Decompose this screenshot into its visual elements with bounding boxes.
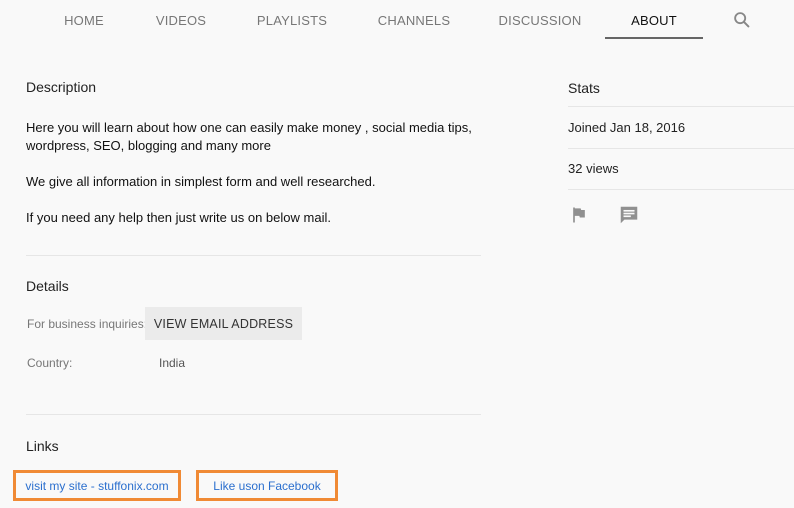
joined-date: Joined Jan 18, 2016: [568, 120, 686, 135]
tab-videos[interactable]: VIDEOS: [148, 0, 214, 40]
search-icon: [734, 12, 750, 28]
description-text-2: We give all information in simplest form…: [26, 174, 376, 189]
send-message-button[interactable]: [618, 204, 640, 231]
report-button[interactable]: [569, 205, 589, 230]
divider: [568, 106, 794, 107]
channel-tab-bar: HOME VIDEOS PLAYLISTS CHANNELS DISCUSSIO…: [0, 0, 794, 40]
links-heading: Links: [26, 438, 59, 454]
stats-heading: Stats: [568, 80, 600, 96]
divider: [26, 255, 481, 256]
country-label: Country:: [27, 356, 73, 370]
link-highlight-box: visit my site - stuffonix.com: [13, 470, 181, 501]
view-email-address-button[interactable]: VIEW EMAIL ADDRESS: [145, 307, 302, 340]
facebook-link[interactable]: Like uson Facebook: [213, 479, 320, 493]
details-heading: Details: [26, 278, 69, 294]
stuffonix-site-link[interactable]: visit my site - stuffonix.com: [25, 479, 168, 493]
search-button[interactable]: [731, 9, 753, 31]
divider: [26, 414, 481, 415]
tab-discussion[interactable]: DISCUSSION: [496, 0, 584, 40]
flag-icon: [573, 207, 585, 223]
tab-about[interactable]: ABOUT: [605, 0, 703, 40]
business-inquiries-label: For business inquiries:: [27, 317, 148, 331]
message-icon: [620, 206, 638, 224]
divider: [568, 189, 794, 190]
link-highlight-box: Like uson Facebook: [196, 470, 338, 501]
tab-playlists[interactable]: PLAYLISTS: [250, 0, 334, 40]
tab-home[interactable]: HOME: [52, 0, 116, 40]
description-text-1: Here you will learn about how one can ea…: [26, 119, 486, 155]
description-heading: Description: [26, 79, 97, 95]
tab-channels[interactable]: CHANNELS: [372, 0, 456, 40]
view-count: 32 views: [568, 161, 619, 176]
description-line-1: Here you will learn about how one can ea…: [26, 120, 472, 135]
country-value: India: [159, 356, 186, 370]
description-line-2: wordpress, SEO, blogging and many more: [26, 138, 271, 153]
description-text-3: If you need any help then just write us …: [26, 210, 331, 225]
divider: [568, 148, 794, 149]
